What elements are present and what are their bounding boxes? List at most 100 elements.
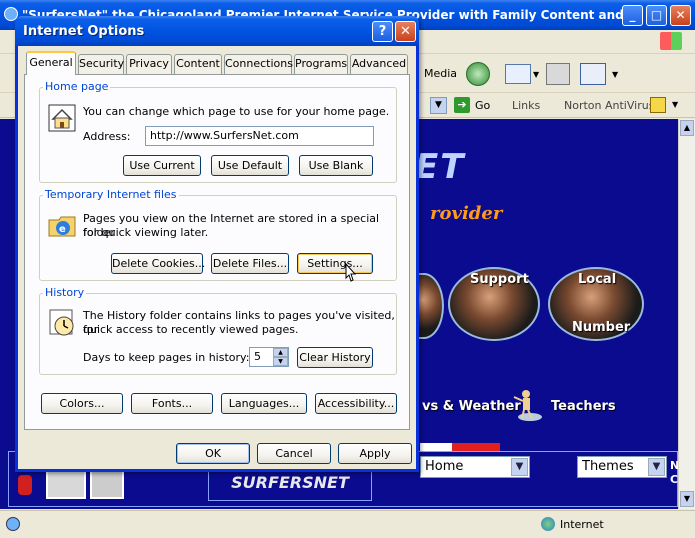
home-page-description: You can change which page to use for you… bbox=[83, 105, 390, 118]
windows-flag-icon bbox=[660, 32, 682, 50]
colors-label: Colors... bbox=[59, 397, 105, 410]
nav-red-icon[interactable] bbox=[18, 475, 32, 495]
use-current-button[interactable]: Use Current bbox=[123, 155, 201, 176]
maximize-icon[interactable]: □ bbox=[646, 5, 667, 26]
tab-general[interactable]: General bbox=[26, 51, 76, 75]
days-spinner-up-icon[interactable]: ▲ bbox=[273, 348, 288, 357]
edit-dropdown-icon[interactable]: ▼ bbox=[612, 70, 618, 79]
teacher-figure-icon bbox=[508, 387, 544, 423]
links-label[interactable]: Links bbox=[512, 99, 540, 112]
address-label: Address: bbox=[83, 130, 131, 143]
home-icon bbox=[47, 103, 77, 133]
tab-privacy[interactable]: Privacy bbox=[126, 54, 172, 74]
home-page-group-title: Home page bbox=[43, 80, 111, 93]
go-button-label[interactable]: Go bbox=[475, 99, 490, 112]
temp-files-description-2: for quick viewing later. bbox=[83, 226, 209, 239]
accessibility-button[interactable]: Accessibility... bbox=[315, 393, 397, 414]
days-to-keep-label: Days to keep pages in history: bbox=[83, 351, 250, 364]
internet-options-dialog: Internet Options ? ✕ General Security Pr… bbox=[15, 16, 419, 472]
ok-button[interactable]: OK bbox=[176, 443, 250, 464]
use-blank-button[interactable]: Use Blank bbox=[299, 155, 373, 176]
history-group-title: History bbox=[43, 286, 87, 299]
temp-files-group-title: Temporary Internet files bbox=[43, 188, 179, 201]
clear-history-label: Clear History bbox=[299, 351, 371, 364]
mouse-cursor-icon bbox=[343, 262, 357, 283]
tab-connections[interactable]: Connections bbox=[224, 54, 293, 74]
local-link[interactable]: Local bbox=[578, 272, 616, 287]
tab-advanced[interactable]: Advanced bbox=[350, 54, 408, 74]
accessibility-label: Accessibility... bbox=[317, 397, 395, 410]
internet-zone-label: Internet bbox=[560, 518, 604, 531]
news-weather-link[interactable]: vs & Weather bbox=[422, 399, 521, 414]
temp-files-icon: e bbox=[47, 210, 77, 240]
page-red-banner-strip bbox=[420, 443, 500, 451]
browser-statusbar: Internet bbox=[0, 510, 695, 538]
teachers-link[interactable]: Teachers bbox=[551, 399, 616, 414]
fonts-label: Fonts... bbox=[151, 397, 193, 410]
home-address-input[interactable]: http://www.SurfersNet.com bbox=[145, 126, 374, 146]
go-arrow-icon[interactable]: ➔ bbox=[454, 97, 470, 113]
norton-antivirus-label[interactable]: Norton AntiVirus bbox=[564, 99, 654, 112]
delete-files-label: Delete Files... bbox=[212, 257, 288, 270]
ok-label: OK bbox=[205, 447, 221, 460]
apply-label: Apply bbox=[359, 447, 391, 460]
tab-content[interactable]: Content bbox=[174, 54, 222, 74]
close-icon[interactable]: ✕ bbox=[395, 21, 416, 42]
cancel-label: Cancel bbox=[275, 447, 313, 460]
days-to-keep-value: 5 bbox=[254, 350, 261, 363]
dialog-titlebar[interactable]: Internet Options ? ✕ bbox=[15, 16, 419, 46]
days-spinner-down-icon[interactable]: ▼ bbox=[273, 357, 288, 366]
page-status-icon bbox=[6, 517, 20, 531]
use-blank-label: Use Blank bbox=[308, 159, 364, 172]
tab-security[interactable]: Security bbox=[78, 54, 124, 74]
page-scrollbar[interactable]: ▲ ▼ bbox=[678, 119, 695, 509]
norton-dropdown-icon[interactable]: ▼ bbox=[672, 100, 678, 109]
address-dropdown-icon[interactable]: ▼ bbox=[430, 97, 447, 114]
support-link[interactable]: Support bbox=[470, 272, 529, 287]
edit-icon[interactable] bbox=[580, 63, 606, 85]
chevron-down-icon: ▼ bbox=[511, 458, 528, 476]
use-default-label: Use Default bbox=[217, 159, 283, 172]
page-tagline-fragment: rovider bbox=[430, 203, 503, 224]
side-letter-c[interactable]: C bbox=[670, 473, 678, 486]
apply-button[interactable]: Apply bbox=[338, 443, 412, 464]
home-select-value: Home bbox=[425, 459, 464, 474]
use-default-button[interactable]: Use Default bbox=[211, 155, 289, 176]
number-link[interactable]: Number bbox=[572, 320, 630, 335]
fonts-button[interactable]: Fonts... bbox=[131, 393, 213, 414]
chevron-down-icon: ▼ bbox=[648, 458, 665, 476]
settings-button[interactable]: Settings... bbox=[297, 253, 373, 274]
dialog-body: General Security Privacy Content Connect… bbox=[18, 46, 416, 469]
svg-text:e: e bbox=[59, 224, 66, 235]
brand-logo-text: SURFERSNET bbox=[231, 473, 349, 492]
mail-icon[interactable] bbox=[505, 64, 531, 84]
colors-button[interactable]: Colors... bbox=[41, 393, 123, 414]
mail-dropdown-icon[interactable]: ▼ bbox=[533, 70, 539, 79]
themes-select-value: Themes bbox=[582, 459, 634, 474]
close-icon[interactable]: ✕ bbox=[670, 5, 691, 26]
delete-files-button[interactable]: Delete Files... bbox=[211, 253, 289, 274]
help-icon[interactable]: ? bbox=[372, 21, 393, 42]
languages-label: Languages... bbox=[228, 397, 300, 410]
languages-button[interactable]: Languages... bbox=[221, 393, 307, 414]
use-current-label: Use Current bbox=[129, 159, 195, 172]
history-clock-icon bbox=[47, 307, 77, 337]
internet-zone-icon bbox=[541, 517, 555, 531]
norton-icon[interactable] bbox=[650, 97, 666, 113]
cancel-button[interactable]: Cancel bbox=[257, 443, 331, 464]
delete-cookies-label: Delete Cookies... bbox=[112, 257, 206, 270]
home-select[interactable]: Home ▼ bbox=[420, 456, 530, 478]
print-icon[interactable] bbox=[546, 63, 570, 85]
minimize-icon[interactable]: _ bbox=[622, 5, 643, 26]
page-logo-fragment: ET bbox=[415, 147, 466, 187]
tab-programs[interactable]: Programs bbox=[294, 54, 348, 74]
themes-select[interactable]: Themes ▼ bbox=[577, 456, 667, 478]
delete-cookies-button[interactable]: Delete Cookies... bbox=[111, 253, 206, 274]
clear-history-button[interactable]: Clear History bbox=[297, 347, 373, 368]
dialog-title: Internet Options bbox=[23, 24, 145, 39]
scroll-up-icon[interactable]: ▲ bbox=[680, 120, 694, 136]
scroll-down-icon[interactable]: ▼ bbox=[680, 491, 694, 507]
media-button-label[interactable]: Media bbox=[424, 67, 457, 80]
history-icon[interactable] bbox=[466, 62, 490, 86]
general-tab-panel: Home page You can change which page to u… bbox=[24, 74, 410, 430]
